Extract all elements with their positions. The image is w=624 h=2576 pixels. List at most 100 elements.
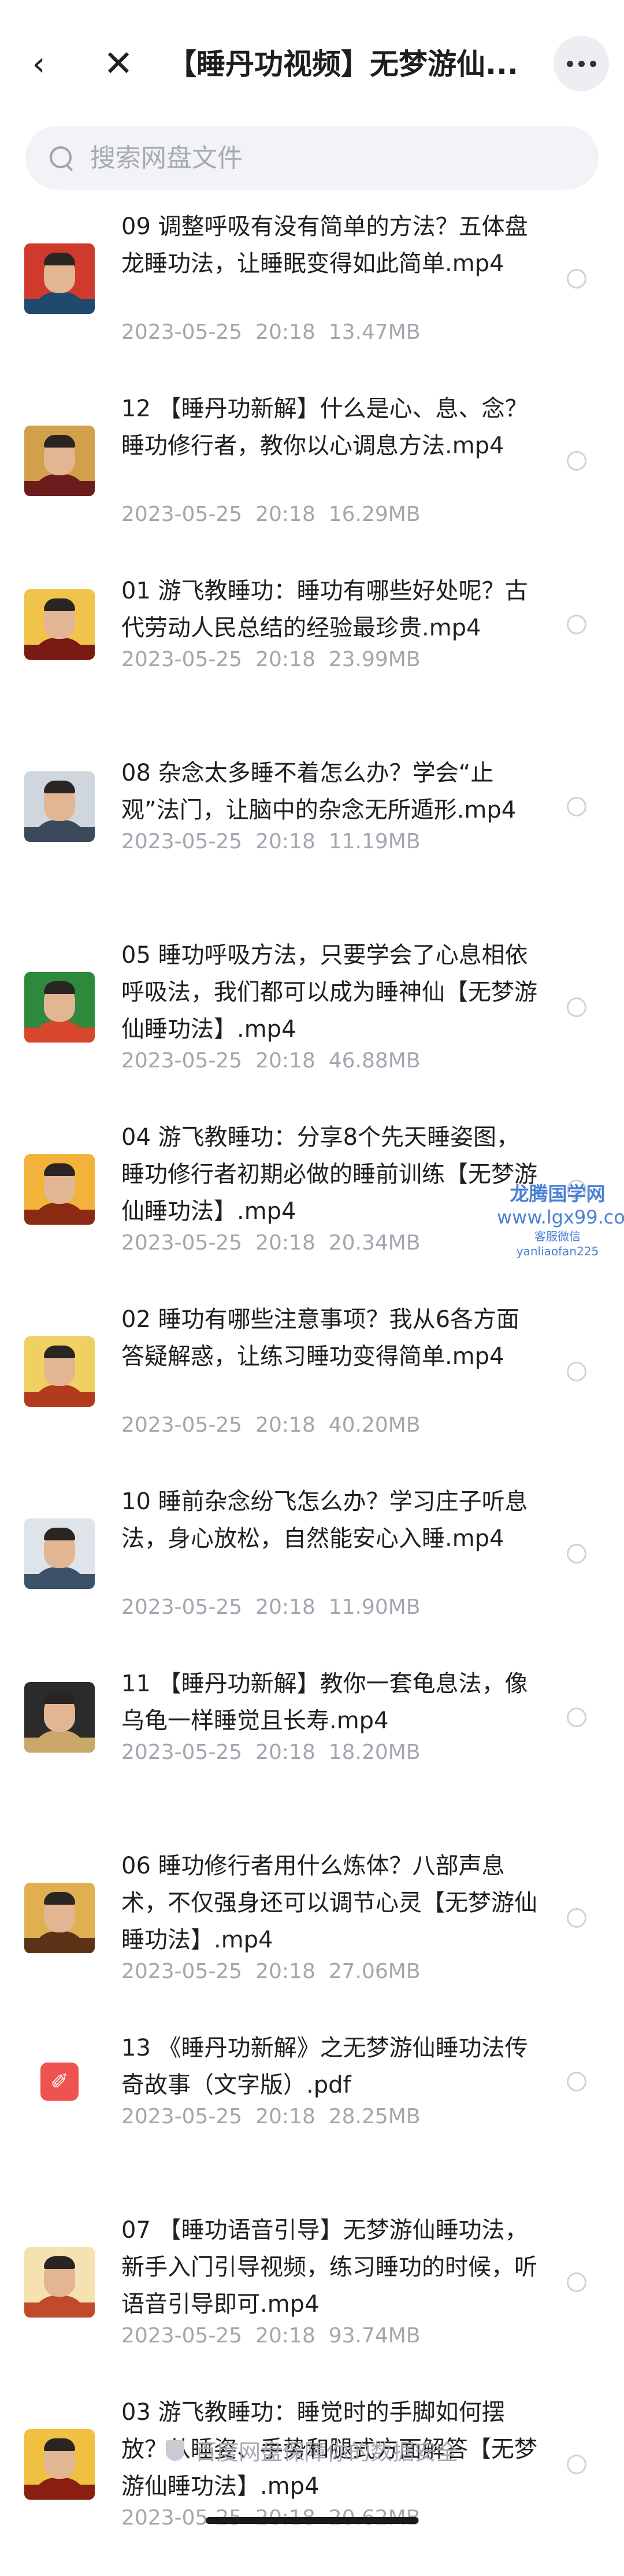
file-date: 2023-05-25 (121, 830, 243, 853)
chevron-left-icon[interactable]: ‹ (13, 38, 65, 90)
file-size: 13.47MB (328, 320, 421, 344)
file-meta: 2023-05-25 20:18 18.20MB (121, 1740, 421, 1764)
file-row[interactable]: 08 杂念太多睡不着怎么办？学会“止观”法门，让脑中的杂念无所遁形.mp4 202… (0, 755, 624, 937)
file-size: 20.34MB (328, 1231, 421, 1255)
file-time: 20:18 (255, 1960, 315, 1983)
security-footer: 百度网盘保障你的数据安全 (0, 2434, 624, 2466)
select-radio[interactable] (567, 269, 586, 289)
select-radio[interactable] (567, 1544, 586, 1564)
video-thumbnail (24, 1883, 95, 1953)
file-row[interactable]: 03 游飞教睡功：睡觉时的手脚如何摆放？从睡姿、手势和腿式方面解答【无梦游仙睡功… (0, 2394, 624, 2576)
file-row[interactable]: 09 调整呼吸有没有简单的方法？五体盘龙睡功法，让睡眠变得如此简单.mp4 202… (0, 208, 624, 390)
select-radio[interactable] (567, 997, 586, 1017)
file-name: 01 游飞教睡功：睡功有哪些好处呢？古代劳动人民总结的经验最珍贵.mp4 (121, 578, 528, 641)
select-radio[interactable] (567, 2272, 586, 2292)
file-meta: 2023-05-25 20:18 46.88MB (121, 1049, 421, 1073)
file-time: 20:18 (255, 1049, 315, 1073)
file-size: 27.06MB (328, 1960, 421, 1983)
file-meta: 2023-05-25 20:18 27.06MB (121, 1960, 421, 1983)
file-date: 2023-05-25 (121, 648, 243, 671)
search-bar[interactable] (25, 126, 599, 190)
pdf-file-icon: ✐ (40, 2063, 79, 2101)
select-radio[interactable] (567, 797, 586, 816)
file-name: 07 【睡功语音引导】无梦游仙睡功法，新手入门引导视频，练习睡功的时候，听语音引… (121, 2217, 537, 2318)
file-row[interactable]: 07 【睡功语音引导】无梦游仙睡功法，新手入门引导视频，练习睡功的时候，听语音引… (0, 2212, 624, 2394)
close-icon[interactable]: ✕ (92, 38, 144, 90)
watermark: 龙腾国学网 www.lgx99.com 客服微信 yanliaofan225 (497, 1182, 624, 1259)
video-thumbnail (24, 1518, 95, 1589)
file-name: 10 睡前杂念纷飞怎么办？学习庄子听息法，身心放松，自然能安心入睡.mp4 (121, 1488, 528, 1552)
file-row[interactable]: 01 游飞教睡功：睡功有哪些好处呢？古代劳动人民总结的经验最珍贵.mp4 2023… (0, 572, 624, 755)
file-time: 20:18 (255, 830, 315, 853)
watermark-title: 龙腾国学网 (510, 1182, 606, 1205)
watermark-contact: 客服微信 yanliaofan225 (516, 1229, 599, 1258)
file-date: 2023-05-25 (121, 502, 243, 526)
select-radio[interactable] (567, 1708, 586, 1727)
file-meta: 2023-05-25 20:18 20.34MB (121, 1231, 421, 1255)
file-time: 20:18 (255, 1595, 315, 1619)
file-row[interactable]: 05 睡功呼吸方法，只要学会了心息相依呼吸法，我们都可以成为睡神仙【无梦游仙睡功… (0, 937, 624, 1119)
file-meta: 2023-05-25 20:18 11.19MB (121, 830, 421, 853)
select-radio[interactable] (567, 451, 586, 471)
watermark-url: www.lgx99.com (497, 1206, 624, 1228)
video-thumbnail (24, 2247, 95, 2318)
file-meta: 2023-05-25 20:18 11.90MB (121, 1595, 421, 1619)
shield-icon (165, 2440, 184, 2461)
file-size: 18.20MB (328, 1740, 421, 1764)
file-time: 20:18 (255, 1231, 315, 1255)
file-name: 02 睡功有哪些注意事项？我从6各方面答疑解惑，让练习睡功变得简单.mp4 (121, 1306, 520, 1370)
video-thumbnail (24, 1154, 95, 1225)
file-date: 2023-05-25 (121, 1413, 243, 1437)
select-radio[interactable] (567, 1362, 586, 1381)
select-radio[interactable] (567, 615, 586, 634)
search-input[interactable] (89, 142, 588, 173)
file-size: 11.90MB (328, 1595, 421, 1619)
file-date: 2023-05-25 (121, 320, 243, 344)
top-bar: ‹ ✕ 【睡丹功视频】无梦游仙... (0, 0, 624, 127)
file-time: 20:18 (255, 1413, 315, 1437)
file-size: 93.74MB (328, 2324, 421, 2348)
file-meta: 2023-05-25 20:18 93.74MB (121, 2324, 421, 2348)
more-horizontal-icon[interactable] (554, 36, 609, 91)
file-row[interactable]: 02 睡功有哪些注意事项？我从6各方面答疑解惑，让练习睡功变得简单.mp4 202… (0, 1301, 624, 1483)
file-size: 40.20MB (328, 1413, 421, 1437)
file-time: 20:18 (255, 502, 315, 526)
file-name: 04 游飞教睡功：分享8个先天睡姿图，睡功修行者初期必做的睡前训练【无梦游仙睡功… (121, 1124, 537, 1225)
file-date: 2023-05-25 (121, 2105, 243, 2128)
home-indicator (206, 2517, 418, 2524)
file-row[interactable]: 06 睡功修行者用什么炼体？八部声息术，不仅强身还可以调节心灵【无梦游仙睡功法】… (0, 1847, 624, 2030)
select-radio[interactable] (567, 1908, 586, 1928)
video-thumbnail (24, 771, 95, 842)
file-size: 16.29MB (328, 502, 421, 526)
file-name: 12 【睡丹功新解】什么是心、息、念？睡功修行者，教你以心调息方法.mp4 (121, 396, 528, 459)
file-name: 13 《睡丹功新解》之无梦游仙睡功法传奇故事（文字版）.pdf (121, 2035, 528, 2098)
file-time: 20:18 (255, 648, 315, 671)
video-thumbnail (24, 972, 95, 1043)
file-date: 2023-05-25 (121, 1960, 243, 1983)
page-title: 【睡丹功视频】无梦游仙... (168, 47, 518, 81)
file-size: 23.99MB (328, 648, 421, 671)
file-row[interactable]: 11 【睡丹功新解】教你一套龟息法，像乌龟一样睡觉且长寿.mp4 2023-05-… (0, 1665, 624, 1847)
file-date: 2023-05-25 (121, 1049, 243, 1073)
file-name: 08 杂念太多睡不着怎么办？学会“止观”法门，让脑中的杂念无所遁形.mp4 (121, 760, 517, 823)
video-thumbnail (24, 243, 95, 314)
video-thumbnail (24, 426, 95, 496)
file-row[interactable]: ✐ 13 《睡丹功新解》之无梦游仙睡功法传奇故事（文字版）.pdf 2023-05-… (0, 2030, 624, 2212)
file-date: 2023-05-25 (121, 1231, 243, 1255)
file-date: 2023-05-25 (121, 2324, 243, 2348)
file-meta: 2023-05-25 20:18 28.25MB (121, 2105, 421, 2128)
file-time: 20:18 (255, 2105, 315, 2128)
file-date: 2023-05-25 (121, 1595, 243, 1619)
file-meta: 2023-05-25 20:18 13.47MB (121, 320, 421, 344)
file-size: 46.88MB (328, 1049, 421, 1073)
file-name: 11 【睡丹功新解】教你一套龟息法，像乌龟一样睡觉且长寿.mp4 (121, 1670, 528, 1734)
video-thumbnail (24, 589, 95, 660)
file-time: 20:18 (255, 320, 315, 344)
file-name: 09 调整呼吸有没有简单的方法？五体盘龙睡功法，让睡眠变得如此简单.mp4 (121, 213, 528, 277)
select-radio[interactable] (567, 2072, 586, 2091)
file-row[interactable]: 12 【睡丹功新解】什么是心、息、念？睡功修行者，教你以心调息方法.mp4 202… (0, 390, 624, 572)
footer-text: 百度网盘保障你的数据安全 (194, 2440, 458, 2465)
file-row[interactable]: 10 睡前杂念纷飞怎么办？学习庄子听息法，身心放松，自然能安心入睡.mp4 202… (0, 1483, 624, 1665)
file-name: 05 睡功呼吸方法，只要学会了心息相依呼吸法，我们都可以成为睡神仙【无梦游仙睡功… (121, 942, 537, 1043)
file-meta: 2023-05-25 20:18 23.99MB (121, 648, 421, 671)
